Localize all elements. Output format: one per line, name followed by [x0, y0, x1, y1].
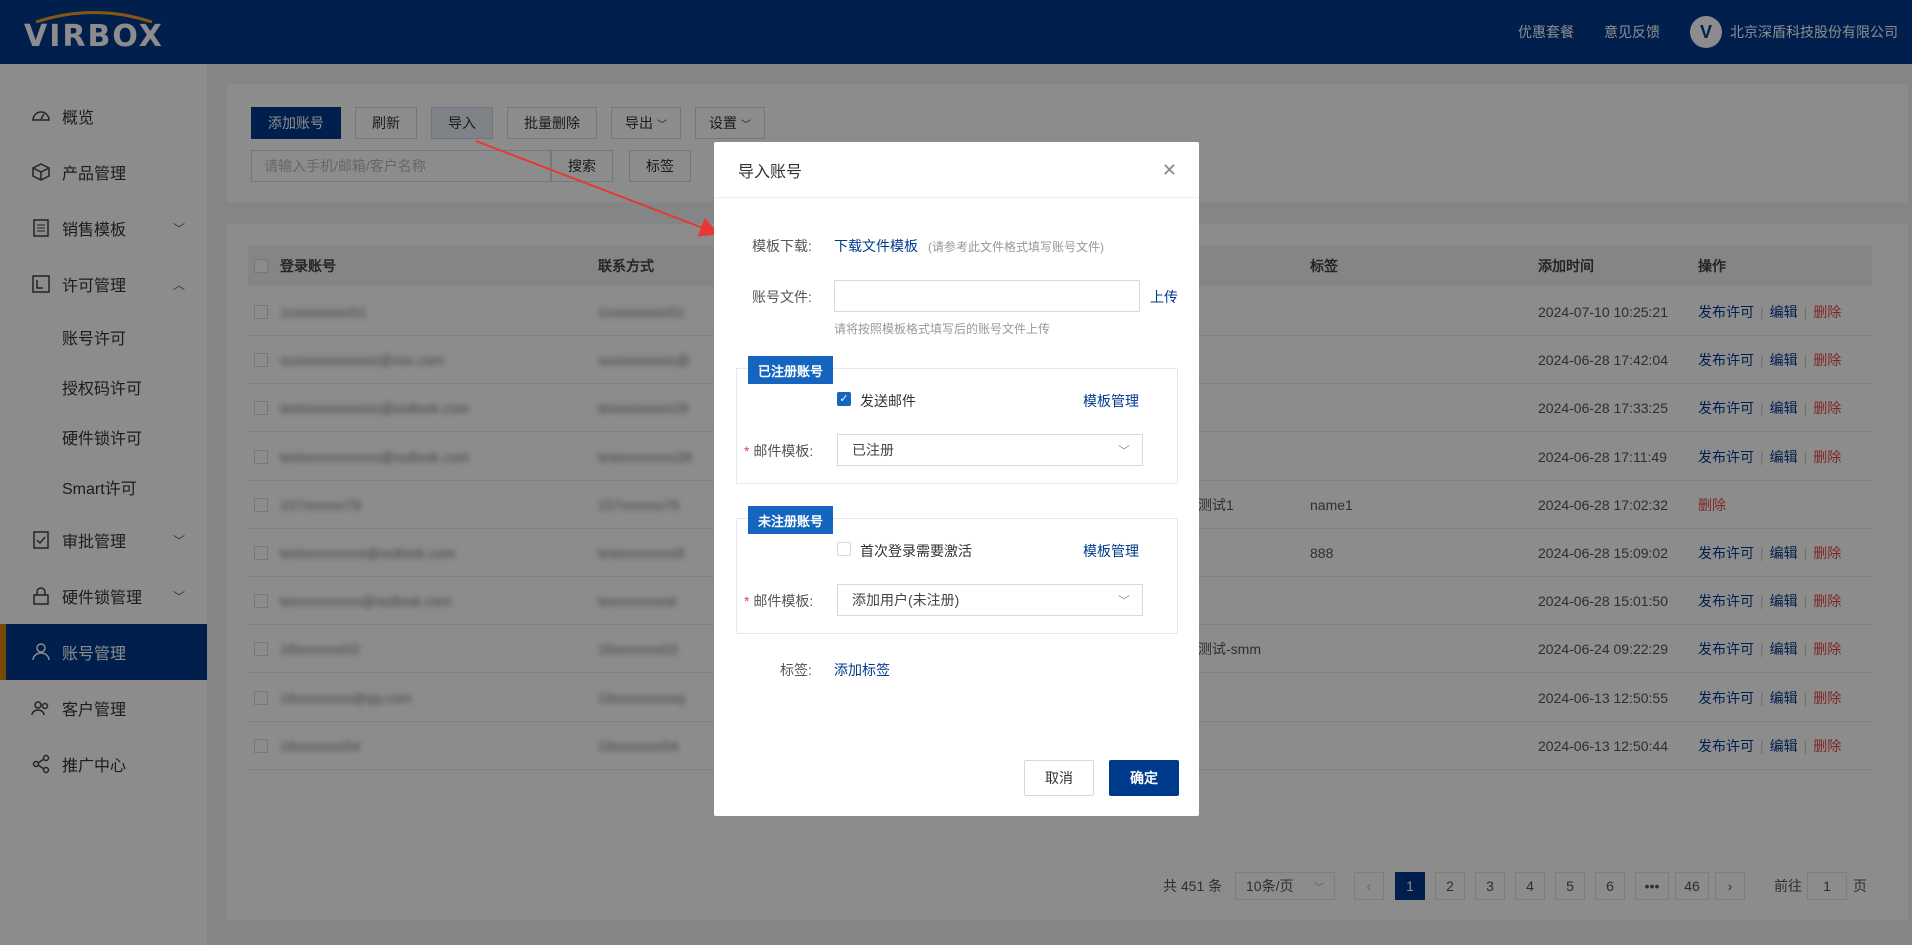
template-download-label: 模板下载: — [752, 238, 812, 254]
label-text: 邮件模板: — [753, 593, 814, 609]
account-file-label: 账号文件: — [752, 289, 812, 305]
first-login-activate-checkbox[interactable] — [837, 542, 851, 556]
unregistered-badge: 未注册账号 — [748, 506, 834, 534]
chevron-down-icon: ﹀ — [1117, 443, 1130, 458]
close-icon[interactable]: ✕ — [1162, 160, 1177, 181]
add-tag-link[interactable]: 添加标签 — [834, 660, 890, 680]
unregistered-group — [736, 518, 1178, 634]
unregistered-email-template-select[interactable]: 添加用户(未注册) ﹀ — [837, 584, 1143, 616]
send-email-label: 发送邮件 — [860, 393, 916, 409]
confirm-button[interactable]: 确定 — [1109, 760, 1179, 796]
modal-title: 导入账号 — [714, 142, 1199, 198]
first-login-activate-label: 首次登录需要激活 — [860, 543, 972, 559]
account-file-input[interactable] — [834, 280, 1140, 312]
registered-email-template-select[interactable]: 已注册 ﹀ — [837, 434, 1143, 466]
select-value: 已注册 — [852, 442, 894, 458]
file-hint: 请将按照模板格式填写后的账号文件上传 — [834, 322, 1051, 336]
tag-label: 标签: — [780, 662, 812, 678]
download-template-link[interactable]: 下载文件模板 — [834, 236, 918, 256]
import-account-modal: 导入账号 ✕ 模板下载: 下载文件模板 (请参考此文件格式填写账号文件) 账号文… — [714, 142, 1199, 816]
select-value: 添加用户(未注册) — [852, 592, 960, 608]
registered-badge: 已注册账号 — [748, 356, 834, 384]
unregistered-template-manage-link[interactable]: 模板管理 — [1083, 541, 1139, 561]
registered-group — [736, 368, 1178, 484]
upload-button[interactable]: 上传 — [1150, 287, 1178, 307]
label-text: 邮件模板: — [753, 443, 814, 459]
unregistered-email-template-label: * 邮件模板: — [744, 593, 814, 609]
template-hint: (请参考此文件格式填写账号文件) — [928, 240, 1104, 254]
registered-email-template-label: * 邮件模板: — [744, 443, 814, 459]
cancel-button[interactable]: 取消 — [1024, 760, 1094, 796]
send-email-checkbox[interactable]: ✓ — [837, 392, 851, 406]
registered-template-manage-link[interactable]: 模板管理 — [1083, 391, 1139, 411]
chevron-down-icon: ﹀ — [1117, 593, 1130, 608]
